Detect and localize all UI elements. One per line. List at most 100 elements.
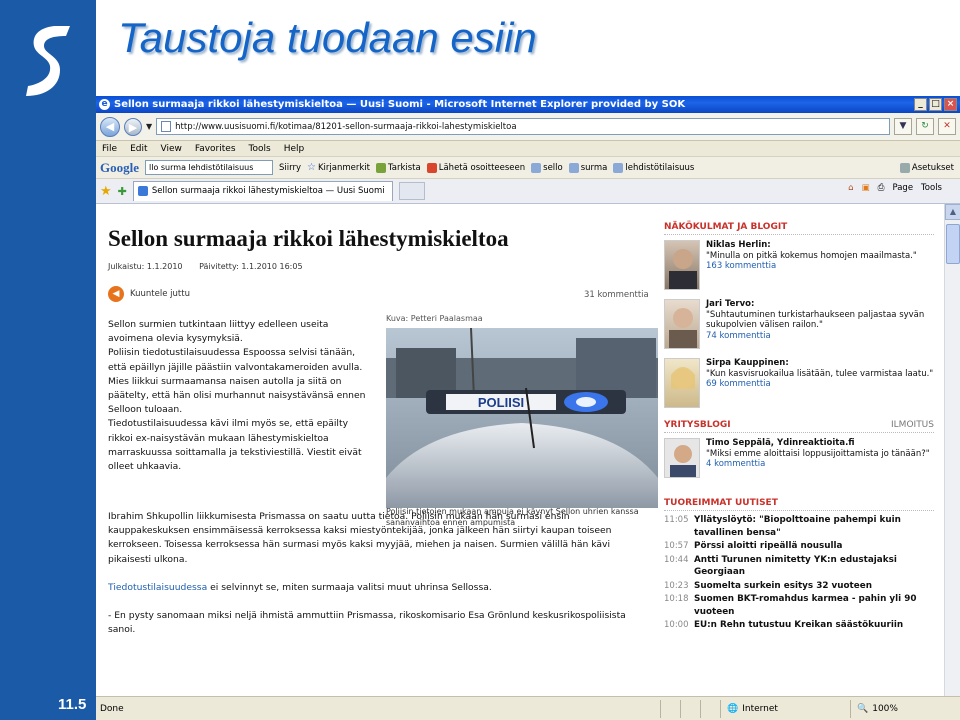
- updated-date: Päivitetty: 1.1.2010 16:05: [199, 262, 303, 271]
- menu-tools[interactable]: Tools: [249, 144, 271, 154]
- url-dropdown-icon[interactable]: ▼: [894, 118, 912, 135]
- article-headline: Sellon surmaaja rikkoi lähestymiskieltoa: [108, 226, 509, 251]
- search-term-surma[interactable]: surma: [568, 162, 607, 173]
- police-car-image: POLIISI: [386, 328, 658, 508]
- settings-icon: [899, 162, 910, 173]
- page-icon: [161, 121, 172, 132]
- url-input[interactable]: http://www.uusisuomi.fi/kotimaa/81201-se…: [156, 118, 890, 135]
- browser-window: e Sellon surmaaja rikkoi lähestymiskielt…: [96, 96, 960, 720]
- blog-item[interactable]: Sirpa Kauppinen: "Kun kasvisruokailua lis…: [664, 358, 934, 412]
- speaker-icon: ◀: [108, 286, 124, 302]
- article-photo: POLIISI: [386, 328, 658, 508]
- slide-sidebar: 11.5: [0, 0, 96, 720]
- send-icon: [426, 162, 437, 173]
- avatar: [664, 438, 700, 478]
- home-icon[interactable]: ⌂: [848, 183, 853, 193]
- right-column: NÄKÖKULMAT JA BLOGIT Niklas Herlin: "Minu…: [664, 222, 934, 632]
- menu-file[interactable]: File: [102, 144, 117, 154]
- tab-active[interactable]: Sellon surmaaja rikkoi lähestymiskieltoa…: [132, 181, 393, 201]
- status-bar: Done 🌐 Internet 🔍 100%: [96, 696, 960, 720]
- avatar: [664, 240, 700, 290]
- history-dropdown-icon[interactable]: ▼: [146, 122, 152, 131]
- menu-help[interactable]: Help: [284, 144, 305, 154]
- window-title: Sellon surmaaja rikkoi lähestymiskieltoa…: [114, 99, 686, 110]
- close-button[interactable]: ×: [944, 98, 957, 111]
- paragraph: Tiedotustilaisuudessa ei selvinnyt se, m…: [108, 581, 492, 593]
- listen-label: Kuuntele juttu: [130, 289, 190, 299]
- search-term-lehdistotilaisuus[interactable]: lehdistötilaisuus: [613, 162, 694, 173]
- news-heading: TUOREIMMAT UUTISET: [664, 498, 934, 511]
- google-toolbar: Google llo surma lehdistötilaisuus Siirr…: [96, 157, 960, 179]
- stop-icon[interactable]: ✕: [938, 118, 956, 135]
- tools-menu[interactable]: Tools: [921, 183, 942, 193]
- favorites-star-icon[interactable]: ★: [100, 184, 112, 199]
- company-blog-item[interactable]: Timo Seppälä, Ydinreaktioita.fi "Miksi em…: [664, 438, 934, 492]
- page-menu[interactable]: Page: [892, 183, 913, 193]
- blogs-heading: NÄKÖKULMAT JA BLOGIT: [664, 222, 934, 235]
- comment-count-link[interactable]: 31 kommenttia: [584, 290, 649, 300]
- star-icon: ☆: [307, 162, 316, 173]
- news-item[interactable]: 10:44 Antti Turunen nimitetty YK:n edusta…: [664, 554, 934, 579]
- news-item[interactable]: 10:00 EU:n Rehn tutustuu Kreikan säästöku…: [664, 619, 934, 632]
- article-body-top: Sellon surmien tutkintaan liittyy edelle…: [108, 318, 374, 488]
- menu-view[interactable]: View: [161, 144, 182, 154]
- news-item[interactable]: 10:57 Pörssi aloitti ripeällä nousulla: [664, 540, 934, 553]
- security-zone: Internet: [742, 703, 778, 714]
- inline-link[interactable]: Tiedotustilaisuudessa: [108, 582, 207, 593]
- search-icon: [531, 162, 542, 173]
- company-blog-heading: YRITYSBLOGI ILMOITUS: [664, 420, 934, 433]
- slide-number: 11.5: [58, 696, 87, 713]
- photo-credit: Kuva: Petteri Paalasmaa: [386, 314, 483, 323]
- article-body-bottom: Ibrahim Shkupollin liikkumisesta Prismas…: [108, 510, 638, 651]
- blog-item[interactable]: Niklas Herlin: "Minulla on pitkä kokemus …: [664, 240, 934, 294]
- news-item[interactable]: 10:18 Suomen BKT-romahdus karmea - pahin …: [664, 593, 934, 618]
- back-button[interactable]: ◀: [100, 116, 120, 137]
- slide: 11.5 Taustoja tuodaan esiin e Sellon sur…: [0, 0, 960, 720]
- paragraph: Ibrahim Shkupollin liikkumisesta Prismas…: [108, 511, 612, 565]
- tab-bar: ★ ✚ Sellon surmaaja rikkoi lähestymiskie…: [96, 179, 960, 204]
- laheta-button[interactable]: Lähetä osoitteeseen: [426, 162, 525, 173]
- google-search-input[interactable]: llo surma lehdistötilaisuus: [145, 160, 273, 175]
- menu-edit[interactable]: Edit: [130, 144, 147, 154]
- blog-item[interactable]: Jari Tervo: "Suhtautuminen turkistarhauks…: [664, 299, 934, 353]
- feeds-icon[interactable]: ▣: [862, 183, 870, 193]
- zoom-icon[interactable]: 🔍: [857, 704, 868, 714]
- s-logo: [26, 26, 70, 96]
- new-tab-button[interactable]: [398, 182, 425, 200]
- window-controls: _ □ ×: [914, 98, 957, 111]
- article-meta: Julkaistu: 1.1.2010 Päivitetty: 1.1.2010…: [108, 262, 317, 271]
- refresh-icon[interactable]: ↻: [916, 118, 934, 135]
- scroll-up-icon[interactable]: ▲: [945, 204, 960, 220]
- add-favorite-icon[interactable]: ✚: [118, 185, 127, 198]
- print-icon[interactable]: ⎙: [878, 183, 885, 193]
- globe-icon: 🌐: [727, 703, 739, 714]
- status-text: Done: [100, 703, 124, 714]
- siirry-button[interactable]: Siirry: [279, 163, 301, 173]
- address-bar: ◀ ▶ ▼ http://www.uusisuomi.fi/kotimaa/81…: [96, 113, 960, 141]
- search-icon: [613, 162, 624, 173]
- kirjanmerkit-button[interactable]: ☆ Kirjanmerkit: [307, 162, 370, 173]
- page-viewport: Sellon surmaaja rikkoi lähestymiskieltoa…: [96, 204, 944, 696]
- photo-sign-text: POLIISI: [478, 395, 524, 410]
- tarkista-button[interactable]: Tarkista: [375, 162, 421, 173]
- news-item[interactable]: 10:23 Suomelta surkein esitys 32 vuoteen: [664, 580, 934, 593]
- forward-button[interactable]: ▶: [124, 117, 142, 136]
- zoom-level[interactable]: 100%: [872, 704, 898, 714]
- minimize-button[interactable]: _: [914, 98, 927, 111]
- news-item[interactable]: 11:05 Yllätyslöytö: "Biopolttoaine pahemp…: [664, 514, 934, 539]
- published-date: Julkaistu: 1.1.2010: [108, 262, 183, 271]
- scroll-thumb[interactable]: [946, 224, 960, 264]
- vertical-scrollbar[interactable]: ▲: [944, 204, 960, 696]
- spellcheck-icon: [375, 162, 386, 173]
- listen-button[interactable]: ◀ Kuuntele juttu: [108, 286, 190, 302]
- paragraph: Sellon surmien tutkintaan liittyy edelle…: [108, 319, 366, 473]
- maximize-button[interactable]: □: [929, 98, 942, 111]
- window-titlebar: e Sellon surmaaja rikkoi lähestymiskielt…: [96, 96, 960, 113]
- search-term-sello[interactable]: sello: [531, 162, 563, 173]
- asetukset-button[interactable]: Asetukset: [899, 162, 954, 173]
- paragraph: - En pysty sanomaan miksi neljä ihmistä …: [108, 610, 626, 636]
- ie-icon: e: [99, 99, 110, 110]
- menu-favorites[interactable]: Favorites: [195, 144, 236, 154]
- url-text: http://www.uusisuomi.fi/kotimaa/81201-se…: [175, 121, 517, 132]
- tab-title: Sellon surmaaja rikkoi lähestymiskieltoa…: [151, 186, 385, 196]
